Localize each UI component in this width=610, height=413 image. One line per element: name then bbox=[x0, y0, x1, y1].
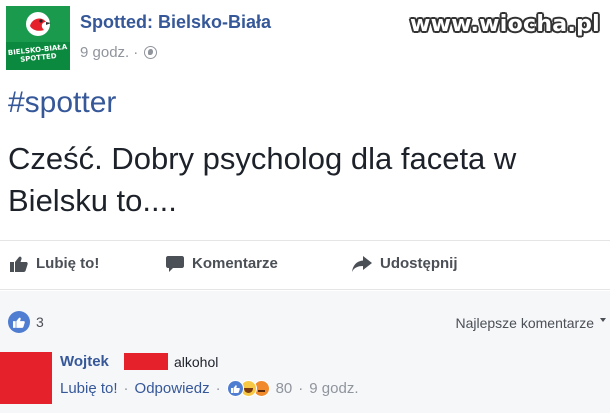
page-name-link[interactable]: Spotted: Bielsko-Biała bbox=[80, 12, 271, 33]
comment-author-link[interactable]: Wojtek bbox=[60, 353, 109, 370]
comment-reply-link[interactable]: Odpowiedz bbox=[135, 380, 210, 397]
post-text-line-2: Bielsku to.... bbox=[8, 183, 177, 218]
avatar-logo-text: BIELSKO-BIAŁA SPOTTED bbox=[7, 42, 68, 64]
comment-reaction-count: 80 bbox=[275, 380, 293, 397]
page-avatar[interactable]: BIELSKO-BIAŁA SPOTTED bbox=[6, 6, 70, 70]
action-bar: Lubię to! Komentarze Udostępnij bbox=[0, 240, 610, 290]
censor-block bbox=[124, 353, 168, 370]
meta-separator: · bbox=[133, 44, 139, 61]
share-button[interactable]: Udostępnij bbox=[352, 255, 458, 272]
share-button-label: Udostępnij bbox=[380, 255, 458, 272]
globe-icon bbox=[144, 46, 158, 59]
comment-separator: · bbox=[123, 380, 129, 397]
post-meta: 9 godz. · bbox=[80, 44, 158, 61]
comment-sort-select[interactable]: Najlepsze komentarze bbox=[455, 315, 606, 331]
comment-icon bbox=[166, 255, 184, 272]
share-arrow-icon bbox=[352, 255, 372, 272]
like-button-label: Lubię to! bbox=[36, 255, 100, 272]
like-button[interactable]: Lubię to! bbox=[10, 255, 99, 272]
sort-label: Najlepsze komentarze bbox=[455, 315, 594, 331]
comment-avatar[interactable] bbox=[0, 352, 52, 404]
comment-actions: Lubię to! · Odpowiedz · 80 · 9 godz. bbox=[60, 380, 359, 397]
post-text: Cześć. Dobry psycholog dla faceta w Biel… bbox=[8, 138, 606, 222]
post-text-line-1: Cześć. Dobry psycholog dla faceta w bbox=[8, 141, 517, 176]
post-time[interactable]: 9 godz. bbox=[80, 44, 129, 61]
reaction-count: 3 bbox=[36, 314, 44, 330]
facebook-post-screenshot: BIELSKO-BIAŁA SPOTTED Spotted: Bielsko-B… bbox=[0, 0, 610, 413]
reaction-summary[interactable]: 3 bbox=[8, 311, 44, 333]
comment-like-link[interactable]: Lubię to! bbox=[60, 380, 118, 397]
comment-button[interactable]: Komentarze bbox=[166, 255, 278, 272]
comments-section: 3 Najlepsze komentarze Wojtek alkohol Lu… bbox=[0, 291, 610, 413]
like-reaction-icon bbox=[8, 311, 30, 333]
bird-logo-icon bbox=[26, 12, 51, 36]
like-reaction-icon bbox=[226, 380, 244, 397]
hashtag-link[interactable]: #spotter bbox=[8, 86, 116, 120]
comment-separator: · bbox=[215, 380, 221, 397]
thumbs-up-icon bbox=[10, 256, 28, 272]
comment-button-label: Komentarze bbox=[192, 255, 278, 272]
comment-separator: · bbox=[298, 380, 304, 397]
watermark: www.wiocha.pl bbox=[410, 12, 600, 37]
comment-text: alkohol bbox=[174, 354, 219, 370]
comment-time[interactable]: 9 godz. bbox=[309, 380, 358, 397]
caret-down-icon bbox=[600, 318, 606, 322]
comment-item: Wojtek alkohol Lubię to! · Odpowiedz · 8… bbox=[0, 347, 610, 407]
comment-reactions[interactable] bbox=[226, 380, 270, 397]
